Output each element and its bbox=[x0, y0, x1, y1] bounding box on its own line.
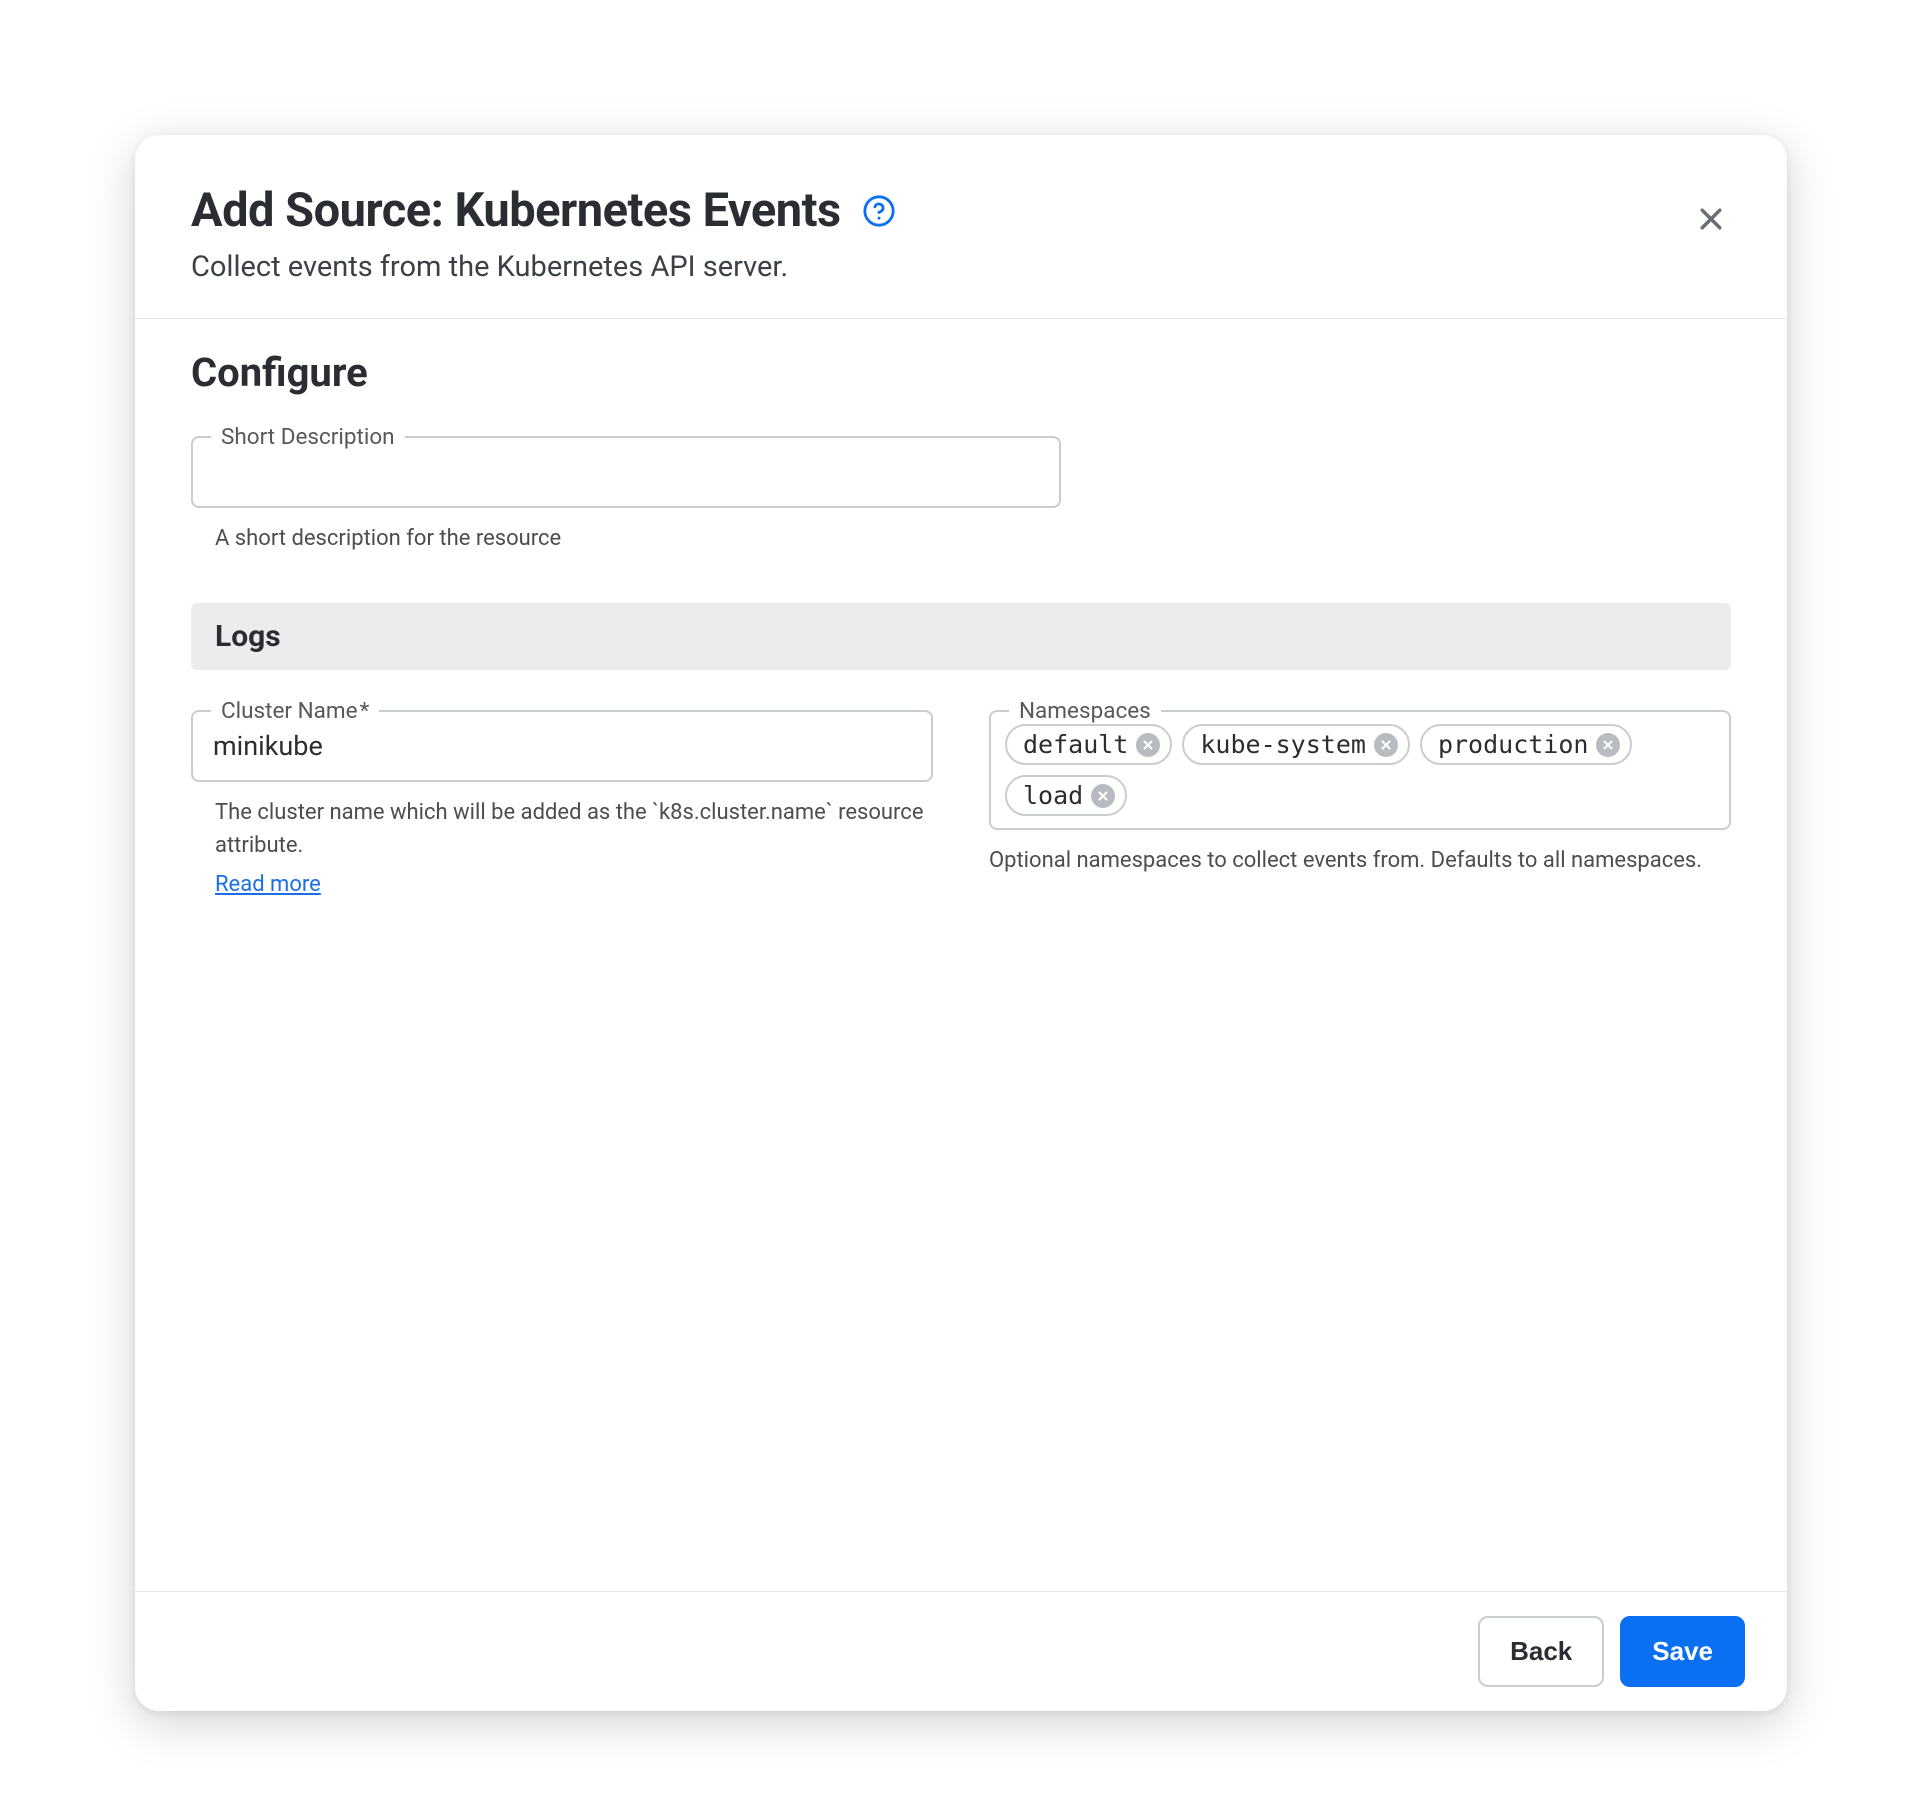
cluster-name-fieldset: Cluster Name* bbox=[191, 710, 933, 782]
chip-remove-icon[interactable] bbox=[1091, 784, 1115, 808]
cluster-name-read-more-link[interactable]: Read more bbox=[191, 872, 321, 897]
modal-dialog: Add Source: Kubernetes Events Collect ev… bbox=[135, 135, 1787, 1711]
title-row: Add Source: Kubernetes Events bbox=[191, 183, 1731, 238]
modal-body: Configure Short Description A short desc… bbox=[135, 319, 1787, 1591]
namespaces-chip-input[interactable]: default kube-system production load bbox=[991, 712, 1729, 828]
namespace-chip: load bbox=[1005, 775, 1127, 816]
namespace-chip: kube-system bbox=[1182, 724, 1410, 765]
cluster-name-label: Cluster Name* bbox=[211, 698, 379, 724]
namespaces-help: Optional namespaces to collect events fr… bbox=[989, 844, 1731, 877]
namespaces-label: Namespaces bbox=[1009, 698, 1161, 724]
configure-heading: Configure bbox=[191, 349, 1731, 396]
logs-fields-row: Cluster Name* The cluster name which wil… bbox=[191, 710, 1731, 897]
namespaces-col: Namespaces defaultkube-systemproductionl… bbox=[989, 710, 1731, 897]
namespace-chip-label: kube-system bbox=[1200, 730, 1366, 759]
modal-title: Add Source: Kubernetes Events bbox=[191, 183, 841, 238]
chip-remove-icon[interactable] bbox=[1136, 733, 1160, 757]
cluster-name-label-text: Cluster Name bbox=[221, 698, 358, 724]
chip-remove-icon[interactable] bbox=[1374, 733, 1398, 757]
close-icon[interactable] bbox=[1691, 199, 1731, 239]
save-button[interactable]: Save bbox=[1620, 1616, 1745, 1687]
namespace-chip-label: default bbox=[1023, 730, 1128, 759]
namespace-chip-label: production bbox=[1438, 730, 1589, 759]
namespaces-fieldset: Namespaces defaultkube-systemproductionl… bbox=[989, 710, 1731, 830]
namespaces-text-input[interactable] bbox=[1137, 775, 1715, 816]
short-description-field-wrap: Short Description A short description fo… bbox=[191, 436, 1061, 555]
cluster-name-col: Cluster Name* The cluster name which wil… bbox=[191, 710, 933, 897]
namespace-chip: default bbox=[1005, 724, 1172, 765]
modal-footer: Back Save bbox=[135, 1591, 1787, 1711]
help-icon[interactable] bbox=[861, 193, 897, 229]
namespace-chip: production bbox=[1420, 724, 1633, 765]
chip-remove-icon[interactable] bbox=[1596, 733, 1620, 757]
modal-header: Add Source: Kubernetes Events Collect ev… bbox=[135, 135, 1787, 319]
logs-section-heading: Logs bbox=[191, 603, 1731, 670]
namespace-chip-label: load bbox=[1023, 781, 1083, 810]
required-star: * bbox=[360, 698, 370, 724]
short-description-fieldset: Short Description bbox=[191, 436, 1061, 508]
short-description-help: A short description for the resource bbox=[191, 522, 1061, 555]
modal-subtitle: Collect events from the Kubernetes API s… bbox=[191, 250, 1731, 284]
cluster-name-help: The cluster name which will be added as … bbox=[191, 796, 933, 862]
short-description-label: Short Description bbox=[211, 424, 405, 450]
back-button[interactable]: Back bbox=[1478, 1616, 1604, 1687]
